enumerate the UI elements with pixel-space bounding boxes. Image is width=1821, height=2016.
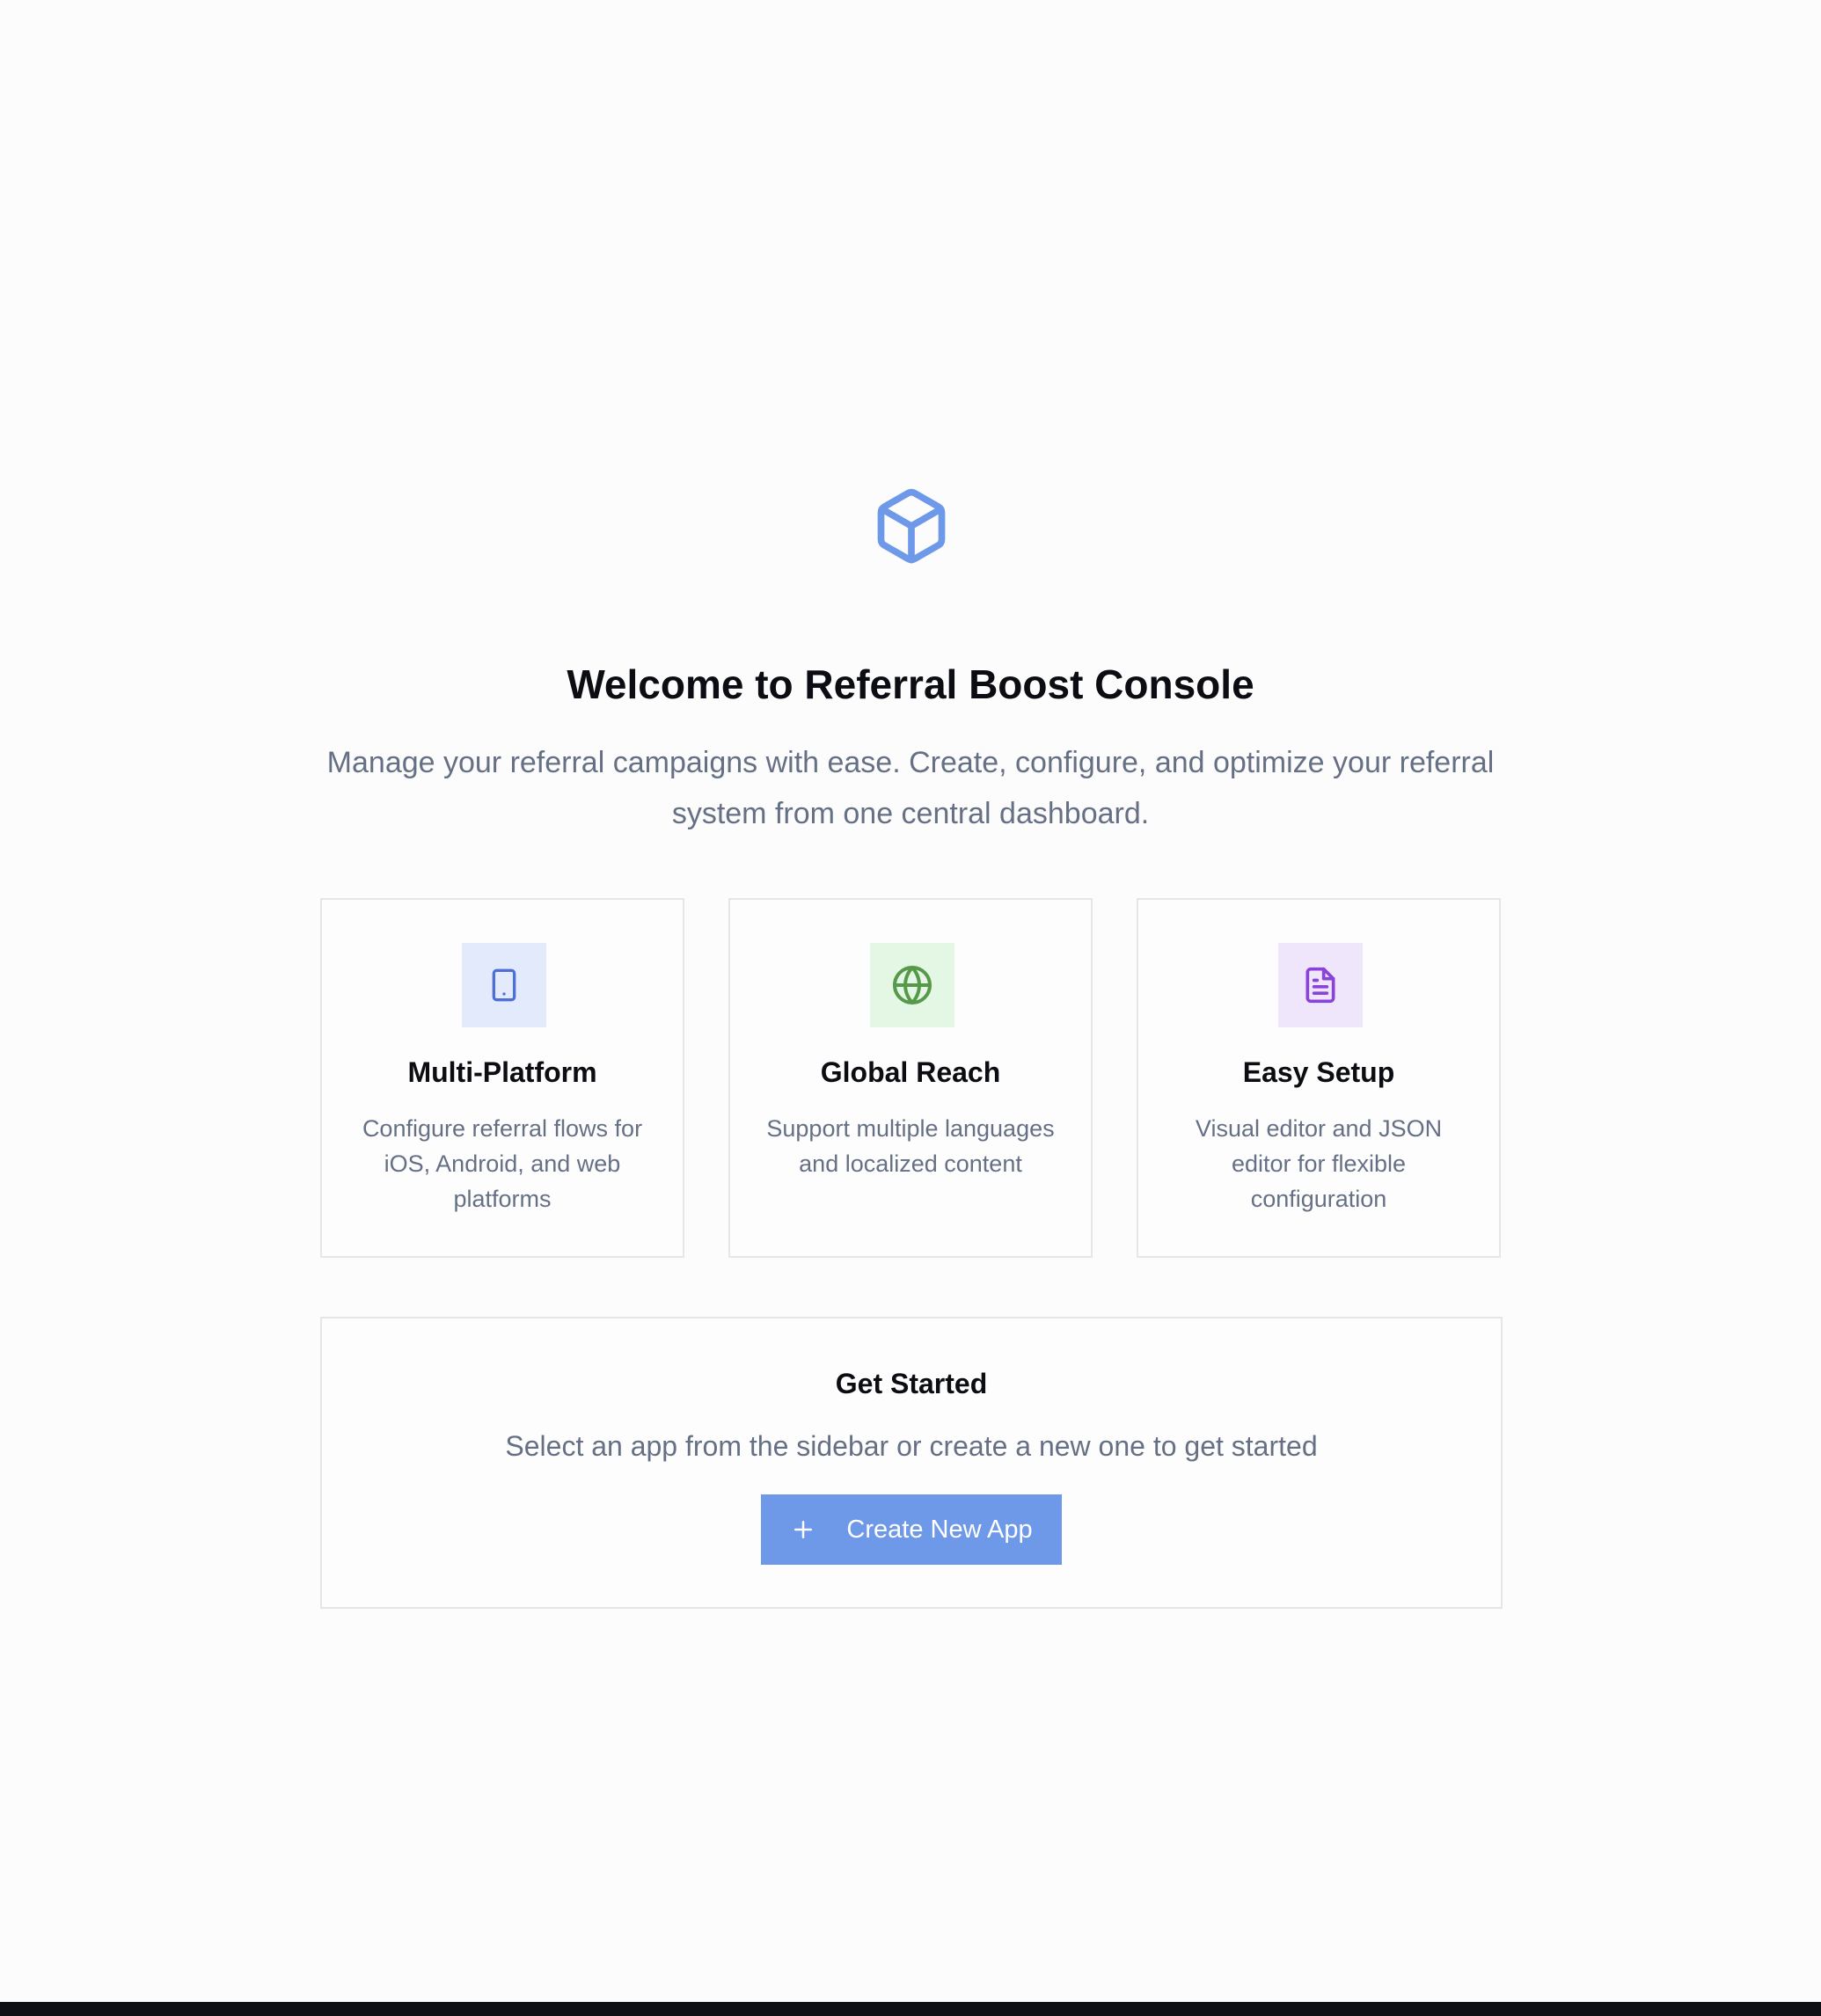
page-title: Welcome to Referral Boost Console — [567, 661, 1254, 707]
globe-icon — [870, 943, 954, 1027]
tablet-icon — [462, 943, 546, 1027]
feature-description: Visual editor and JSON editor for flexib… — [1195, 1115, 1443, 1212]
feature-title: Multi-Platform — [407, 1056, 597, 1088]
plus-icon — [790, 1516, 816, 1543]
create-new-app-button[interactable]: Create New App — [761, 1494, 1062, 1565]
package-icon — [871, 486, 952, 566]
get-started-title: Get Started — [835, 1368, 988, 1399]
feature-card-easy-setup: Easy Setup Visual editor and JSON editor… — [1137, 898, 1501, 1258]
feature-description: Support multiple languages and localized… — [766, 1115, 1055, 1177]
feature-card-multi-platform: Multi-Platform Configure referral flows … — [320, 898, 684, 1258]
welcome-page: Welcome to Referral Boost Console Manage… — [0, 0, 1821, 2002]
feature-title: Global Reach — [820, 1056, 1001, 1088]
get-started-panel: Get Started Select an app from the sideb… — [320, 1317, 1503, 1609]
create-new-app-label: Create New App — [846, 1515, 1033, 1544]
get-started-description: Select an app from the sidebar or create… — [505, 1430, 1318, 1462]
feature-title: Easy Setup — [1242, 1056, 1395, 1088]
file-text-icon — [1278, 943, 1363, 1027]
feature-description: Configure referral flows for iOS, Androi… — [362, 1115, 643, 1212]
page-subtitle: Manage your referral campaigns with ease… — [326, 746, 1495, 830]
bottom-edge-bar — [0, 2002, 1821, 2016]
feature-card-global-reach: Global Reach Support multiple languages … — [728, 898, 1093, 1258]
